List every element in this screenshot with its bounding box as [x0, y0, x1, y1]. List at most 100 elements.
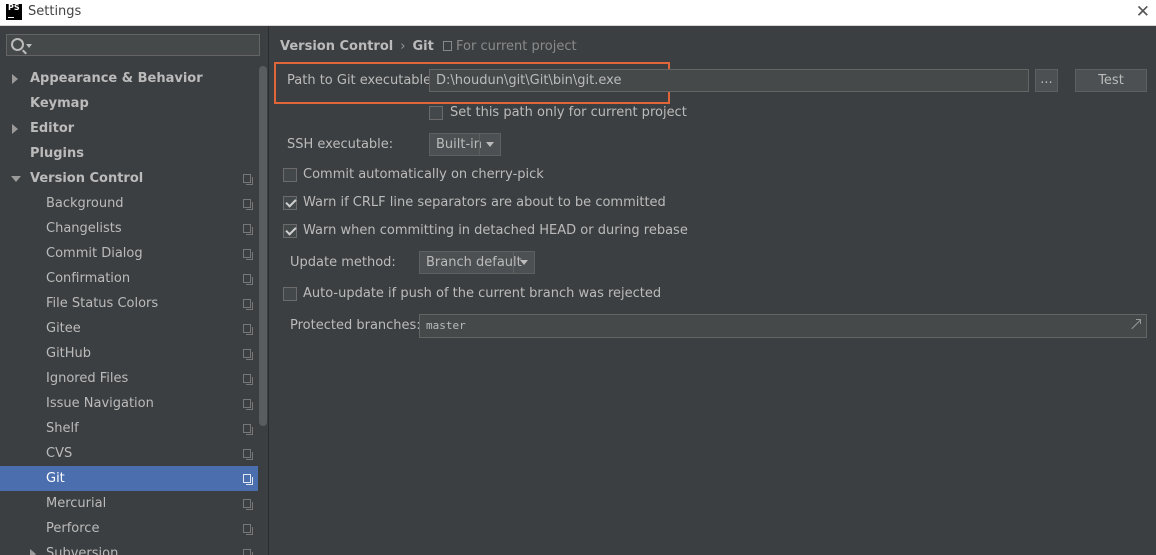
sidebar-item-label: Shelf [46, 421, 79, 436]
sidebar-item-label: Subversion [46, 546, 119, 555]
sidebar-item-confirmation[interactable]: Confirmation [0, 266, 258, 291]
sidebar-item-label: Git [46, 471, 65, 486]
chevron-down-icon[interactable] [479, 134, 500, 155]
sidebar-item-label: GitHub [46, 346, 92, 361]
sidebar-item-editor[interactable]: Editor [0, 116, 258, 141]
project-scope-icon [243, 549, 253, 555]
project-scope-icon [243, 399, 253, 410]
breadcrumb-parent[interactable]: Version Control [280, 39, 393, 54]
sidebar-item-appearance-behavior[interactable]: Appearance & Behavior [0, 66, 258, 91]
sidebar-item-label: Background [46, 196, 124, 211]
sidebar-item-subversion[interactable]: Subversion [0, 541, 258, 555]
sidebar-item-label: Ignored Files [46, 371, 129, 386]
sidebar-item-plugins[interactable]: Plugins [0, 141, 258, 166]
sidebar-item-label: Commit Dialog [46, 246, 143, 261]
commit-cherry-pick-label: Commit automatically on cherry-pick [303, 167, 544, 182]
project-scope-icon [243, 499, 253, 510]
sidebar-scrollbar[interactable] [259, 66, 267, 426]
protected-branches-field[interactable]: master [419, 314, 1147, 338]
git-path-label: Path to Git executable: [287, 73, 436, 88]
sidebar-item-label: Plugins [30, 146, 84, 161]
collapse-arrow-icon[interactable] [11, 176, 21, 182]
expand-icon[interactable] [1130, 319, 1141, 330]
warn-crlf-label: Warn if CRLF line separators are about t… [303, 195, 666, 210]
sidebar-item-label: Issue Navigation [46, 396, 154, 411]
auto-update-checkbox[interactable] [283, 287, 297, 301]
sidebar-item-label: Mercurial [46, 496, 107, 511]
sidebar-item-label: Confirmation [46, 271, 131, 286]
project-scope-icon [243, 224, 253, 235]
sidebar-item-gitee[interactable]: Gitee [0, 316, 258, 341]
title-bar: PS Settings ✕ [0, 0, 1156, 26]
ssh-select[interactable]: Built-in [429, 133, 501, 156]
sidebar-item-git[interactable]: Git [0, 466, 258, 491]
project-scope-icon [243, 449, 253, 460]
sidebar-item-ignored-files[interactable]: Ignored Files [0, 366, 258, 391]
protected-branches-label: Protected branches: [290, 318, 421, 333]
sidebar-item-issue-navigation[interactable]: Issue Navigation [0, 391, 258, 416]
settings-tree: Appearance & Behavior Keymap Editor Plug… [0, 66, 258, 555]
sidebar-item-label: Editor [30, 121, 75, 136]
warn-crlf-checkbox[interactable] [283, 196, 297, 210]
search-box[interactable] [6, 34, 260, 56]
search-options-chevron-icon[interactable] [26, 44, 32, 48]
update-method-value: Branch default [426, 255, 522, 270]
expand-arrow-icon[interactable] [30, 549, 36, 555]
sidebar-item-label: Appearance & Behavior [30, 71, 203, 86]
update-method-label: Update method: [290, 255, 396, 270]
chevron-down-icon[interactable] [513, 252, 534, 273]
sidebar-item-perforce[interactable]: Perforce [0, 516, 258, 541]
project-scope-icon [243, 524, 253, 535]
sidebar-item-label: CVS [46, 446, 73, 461]
sidebar-item-changelists[interactable]: Changelists [0, 216, 258, 241]
project-scope-icon [243, 424, 253, 435]
sidebar-item-commit-dialog[interactable]: Commit Dialog [0, 241, 258, 266]
breadcrumb-current: Git [412, 39, 434, 54]
project-scope-icon [243, 349, 253, 360]
project-scope-icon [243, 274, 253, 285]
auto-update-label: Auto-update if push of the current branc… [303, 286, 662, 301]
project-scope-icon [243, 474, 253, 485]
sidebar-item-background[interactable]: Background [0, 191, 258, 216]
sidebar-item-file-status-colors[interactable]: File Status Colors [0, 291, 258, 316]
browse-button[interactable]: ... [1035, 69, 1058, 92]
sidebar-item-label: File Status Colors [46, 296, 159, 311]
expand-arrow-icon[interactable] [12, 124, 18, 134]
expand-arrow-icon[interactable] [12, 74, 18, 84]
path-only-current-label: Set this path only for current project [450, 105, 687, 120]
search-input[interactable] [35, 36, 259, 56]
project-scope-icon [243, 374, 253, 385]
ssh-select-value: Built-in [436, 137, 483, 152]
ssh-label: SSH executable: [287, 137, 394, 152]
sidebar-item-cvs[interactable]: CVS [0, 441, 258, 466]
scope-note: For current project [443, 39, 577, 54]
warn-detached-checkbox[interactable] [283, 224, 297, 238]
sidebar-item-mercurial[interactable]: Mercurial [0, 491, 258, 516]
sidebar-item-keymap[interactable]: Keymap [0, 91, 258, 116]
project-scope-icon [243, 199, 253, 210]
git-path-field[interactable]: D:\houdun\git\Git\bin\git.exe [429, 69, 1029, 92]
settings-sidebar: Appearance & Behavior Keymap Editor Plug… [0, 26, 269, 555]
path-only-current-checkbox[interactable] [429, 106, 443, 120]
sidebar-item-shelf[interactable]: Shelf [0, 416, 258, 441]
update-method-select[interactable]: Branch default [419, 251, 535, 274]
project-scope-icon [243, 174, 253, 185]
sidebar-item-label: Keymap [30, 96, 89, 111]
sidebar-item-version-control[interactable]: Version Control [0, 166, 258, 191]
project-scope-icon [243, 249, 253, 260]
project-scope-icon [443, 41, 452, 51]
breadcrumb: Version Control › Git [280, 39, 434, 54]
sidebar-item-label: Gitee [46, 321, 81, 336]
sidebar-item-label: Version Control [30, 171, 144, 186]
protected-branches-value: master [426, 319, 466, 332]
search-icon [11, 38, 24, 51]
close-icon[interactable]: ✕ [1136, 2, 1150, 22]
commit-cherry-pick-checkbox[interactable] [283, 168, 297, 182]
test-button[interactable]: Test [1075, 69, 1147, 92]
app-logo-icon: PS [6, 4, 22, 20]
sidebar-item-label: Changelists [46, 221, 122, 236]
sidebar-item-github[interactable]: GitHub [0, 341, 258, 366]
warn-detached-label: Warn when committing in detached HEAD or… [303, 223, 688, 238]
breadcrumb-separator: › [400, 39, 406, 54]
sidebar-item-label: Perforce [46, 521, 100, 536]
